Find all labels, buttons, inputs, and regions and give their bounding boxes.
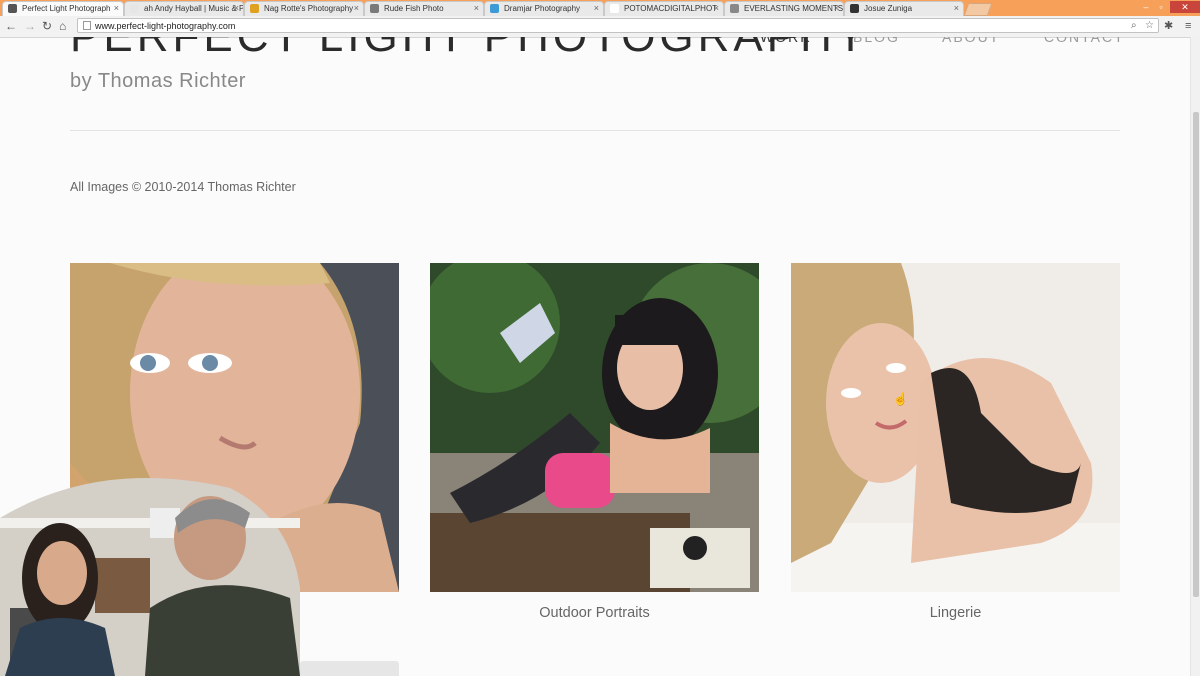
browser-tab-strip: Perfect Light Photograph × ah Andy Hayba…	[0, 0, 1200, 16]
zoom-icon[interactable]: ⌕	[1131, 19, 1137, 32]
site-title[interactable]: PERFECT LIGHT PHOTOGRAPHY	[70, 37, 869, 63]
forward-arrow-icon[interactable]: →	[24, 19, 36, 33]
new-tab-button[interactable]	[963, 3, 993, 16]
tab-title: POTOMACDIGITALPHOT	[624, 4, 718, 13]
hand-cursor-icon: ☝	[893, 392, 908, 406]
home-icon[interactable]: ⌂	[59, 19, 66, 33]
extension-icon[interactable]: ✱	[1164, 19, 1173, 33]
tab-nag-rotte[interactable]: Nag Rotte's Photography ×	[244, 1, 364, 16]
tab-andy-hayball[interactable]: ah Andy Hayball | Music & P ×	[124, 1, 244, 16]
tab-title: Dramjar Photography	[504, 4, 581, 13]
tab-close-icon[interactable]: ×	[714, 2, 719, 15]
site-byline: by Thomas Richter	[70, 70, 246, 92]
tab-potomac[interactable]: POTOMACDIGITALPHOT ×	[604, 1, 724, 16]
menu-icon[interactable]: ≡	[1185, 19, 1191, 33]
tab-dramjar[interactable]: Dramjar Photography ×	[484, 1, 604, 16]
tab-josue-zuniga[interactable]: Josue Zuniga ×	[844, 1, 964, 16]
webcam-overlay	[0, 478, 300, 676]
nav-about[interactable]: ABOUT	[942, 37, 1000, 47]
tab-favicon-icon	[490, 4, 499, 13]
tab-everlasting[interactable]: EVERLASTING MOMENTS ×	[724, 1, 844, 16]
browser-toolbar: ← → ↻ ⌂ www.perfect-light-photography.co…	[0, 16, 1200, 38]
tab-title: Nag Rotte's Photography	[264, 4, 354, 13]
tab-title: ah Andy Hayball | Music & P	[144, 4, 244, 13]
lingerie-photo-icon	[791, 263, 1120, 592]
load-more-button[interactable]	[300, 661, 399, 676]
webcam-video-icon	[0, 478, 300, 676]
tab-close-icon[interactable]: ×	[954, 2, 959, 15]
tab-favicon-icon	[370, 4, 379, 13]
tab-favicon-icon	[250, 4, 259, 13]
gallery-card-lingerie[interactable]	[791, 263, 1120, 592]
tab-favicon-icon	[730, 4, 739, 13]
tab-rude-fish[interactable]: Rude Fish Photo ×	[364, 1, 484, 16]
tab-close-icon[interactable]: ×	[354, 2, 359, 15]
tab-favicon-icon	[130, 4, 139, 13]
copyright-text: All Images © 2010-2014 Thomas Richter	[70, 180, 296, 194]
minimize-icon[interactable]: –	[1138, 1, 1154, 13]
address-bar[interactable]: www.perfect-light-photography.com ⌕ ☆	[77, 18, 1159, 33]
gallery-caption[interactable]: Lingerie	[791, 605, 1120, 621]
url-text[interactable]: www.perfect-light-photography.com	[95, 20, 235, 32]
nav-contact[interactable]: CONTACT	[1044, 37, 1125, 47]
nav-work[interactable]: WORK	[760, 37, 812, 47]
tab-close-icon[interactable]: ×	[474, 2, 479, 15]
vertical-scrollbar[interactable]	[1190, 37, 1200, 676]
window-close-icon[interactable]: ✕	[1170, 1, 1200, 13]
tab-close-icon[interactable]: ×	[234, 2, 239, 15]
tab-title: Rude Fish Photo	[384, 4, 444, 13]
nav-blog[interactable]: BLOG	[853, 37, 900, 47]
outdoor-photo-icon	[430, 263, 759, 592]
gallery-card-outdoor[interactable]	[430, 263, 759, 592]
header-divider	[70, 130, 1120, 131]
scrollbar-thumb[interactable]	[1193, 112, 1199, 597]
tab-title: Perfect Light Photograph	[22, 4, 111, 13]
tab-close-icon[interactable]: ×	[594, 2, 599, 15]
tab-favicon-icon	[610, 4, 619, 13]
tab-favicon-icon	[8, 4, 17, 13]
gallery-caption[interactable]: Outdoor Portraits	[430, 605, 759, 621]
tab-close-icon[interactable]: ×	[114, 2, 119, 15]
bookmark-star-icon[interactable]: ☆	[1145, 19, 1154, 32]
tab-title: Josue Zuniga	[864, 4, 913, 13]
tab-title: EVERLASTING MOMENTS	[744, 4, 844, 13]
page-icon	[83, 21, 91, 30]
tab-favicon-icon	[850, 4, 859, 13]
back-arrow-icon[interactable]: ←	[5, 19, 17, 33]
reload-icon[interactable]: ↻	[42, 19, 52, 33]
tab-close-icon[interactable]: ×	[834, 2, 839, 15]
maximize-icon[interactable]: ▫	[1153, 1, 1169, 13]
tab-perfect-light[interactable]: Perfect Light Photograph ×	[2, 1, 124, 16]
